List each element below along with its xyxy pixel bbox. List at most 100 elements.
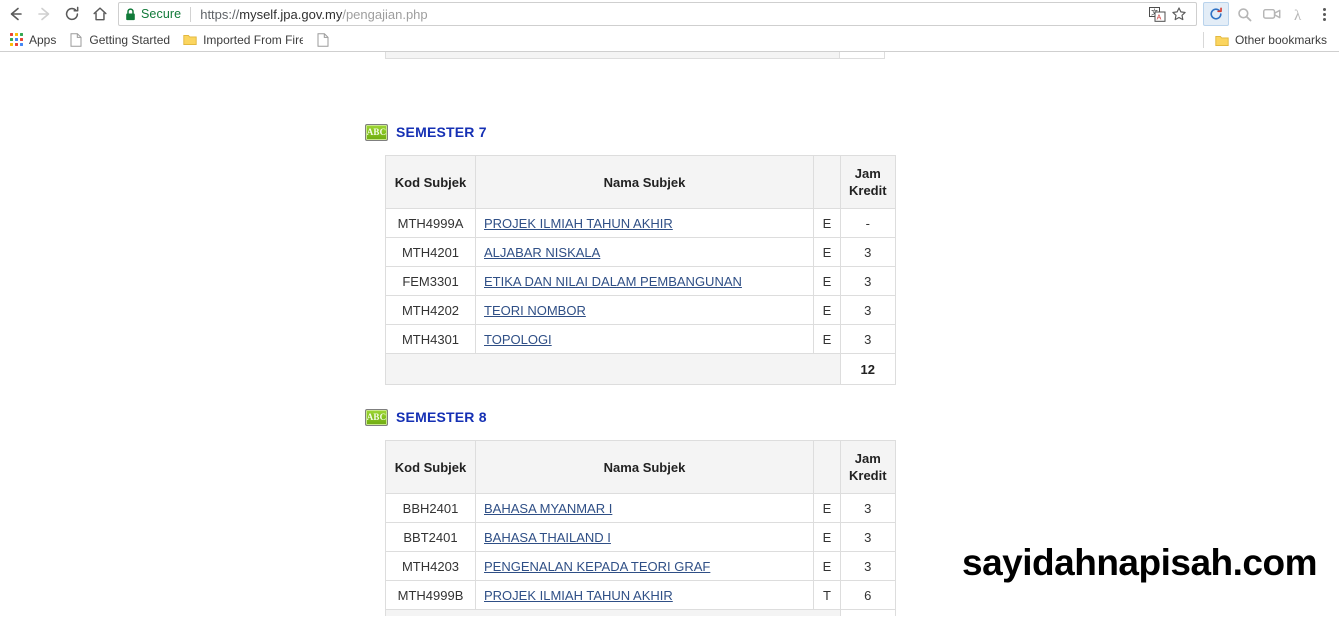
cell-nama-subjek: PROJEK ILMIAH TAHUN AKHIR (475, 580, 814, 610)
cell-jam-kredit: 3 (840, 522, 896, 552)
table-row: MTH4999A PROJEK ILMIAH TAHUN AKHIR E - (385, 208, 896, 238)
table-header-row: Kod Subjek Nama Subjek Jam Kredit (385, 155, 896, 209)
page-icon (315, 32, 331, 48)
table-row: MTH4202 TEORI NOMBOR E 3 (385, 295, 896, 325)
cell-nama-subjek: ALJABAR NISKALA (475, 237, 814, 267)
semester-heading: ABC SEMESTER 8 (365, 407, 925, 427)
browser-toolbar: Secure https://myself.jpa.gov.my/pengaji… (0, 0, 1339, 28)
column-header-kod-subjek: Kod Subjek (385, 155, 476, 209)
subject-link[interactable]: TOPOLOGI (484, 332, 552, 347)
subject-link[interactable]: PENGENALAN KEPADA TEORI GRAF (484, 559, 710, 574)
back-button[interactable] (2, 1, 30, 27)
omnibox-divider (190, 6, 192, 22)
apps-grid-icon (8, 32, 24, 48)
total-spacer (385, 609, 841, 616)
bookmark-label: Getting Started (89, 32, 171, 47)
abc-icon-text: ABC (366, 411, 387, 422)
cell-jam-kredit: 3 (840, 237, 896, 267)
total-spacer (385, 353, 841, 385)
extension-toolbar: λ (1201, 2, 1335, 26)
table-row: FEM3301 ETIKA DAN NILAI DALAM PEMBANGUNA… (385, 266, 896, 296)
cell-kod-subjek: FEM3301 (385, 266, 476, 296)
page-content: ABC SEMESTER 7 Kod Subjek Nama Subjek Ja… (365, 52, 925, 616)
url-host: myself.jpa.gov.my (239, 6, 343, 22)
column-header-jam-kredit: Jam Kredit (840, 440, 896, 494)
star-icon[interactable] (1168, 3, 1190, 25)
cell-flag: E (813, 551, 841, 581)
forward-button[interactable] (30, 1, 58, 27)
cell-kod-subjek: BBH2401 (385, 493, 476, 523)
subject-link[interactable]: BAHASA MYANMAR I (484, 501, 612, 516)
cell-jam-kredit: - (840, 208, 896, 238)
table-row: BBT2401 BAHASA THAILAND I E 3 (385, 522, 896, 552)
cell-flag: E (813, 324, 841, 354)
cell-flag: E (813, 493, 841, 523)
lock-icon (125, 7, 136, 21)
svg-text:A: A (1156, 14, 1161, 21)
bookmark-label: Other bookmarks (1234, 33, 1327, 47)
folder-icon (1214, 32, 1230, 48)
cell-nama-subjek: BAHASA THAILAND I (475, 522, 814, 552)
cell-kod-subjek: MTH4301 (385, 324, 476, 354)
cell-kod-subjek: MTH4202 (385, 295, 476, 325)
url-scheme: https:// (200, 6, 240, 22)
cell-kod-subjek: MTH4201 (385, 237, 476, 267)
cell-flag: E (813, 266, 841, 296)
column-header-flag (813, 440, 841, 494)
video-extension-icon[interactable] (1259, 2, 1285, 26)
cell-jam-kredit: 3 (840, 295, 896, 325)
url-path: /pengajian.php (342, 6, 428, 22)
table-row: MTH4203 PENGENALAN KEPADA TEORI GRAF E 3 (385, 551, 896, 581)
semester-8-table: Kod Subjek Nama Subjek Jam Kredit BBH240… (385, 440, 896, 616)
subject-link[interactable]: PROJEK ILMIAH TAHUN AKHIR (484, 216, 673, 231)
abc-board-icon: ABC (365, 408, 388, 426)
cell-nama-subjek: TEORI NOMBOR (475, 295, 814, 325)
cell-nama-subjek: PROJEK ILMIAH TAHUN AKHIR (475, 208, 814, 238)
subject-link[interactable]: BAHASA THAILAND I (484, 530, 611, 545)
url-text: https://myself.jpa.gov.my/pengajian.php (200, 7, 1140, 22)
cell-flag: E (813, 237, 841, 267)
omnibox-actions: 文 A (1146, 3, 1190, 25)
cell-jam-kredit: 3 (840, 324, 896, 354)
subject-link[interactable]: ALJABAR NISKALA (484, 245, 600, 260)
site-watermark: sayidahnapisah.com (962, 542, 1317, 583)
home-button[interactable] (86, 1, 114, 27)
cell-jam-kredit: 3 (840, 551, 896, 581)
cell-kod-subjek: MTH4203 (385, 551, 476, 581)
cell-flag: T (813, 580, 841, 610)
cell-nama-subjek: TOPOLOGI (475, 324, 814, 354)
translate-icon[interactable]: 文 A (1146, 3, 1168, 25)
abc-board-icon: ABC (365, 123, 388, 141)
subject-link[interactable]: TEORI NOMBOR (484, 303, 586, 318)
cell-flag: E (813, 522, 841, 552)
bookmark-untitled[interactable] (313, 30, 342, 50)
refresh-extension-icon[interactable] (1203, 2, 1229, 26)
column-header-jam-kredit: Jam Kredit (840, 155, 896, 209)
pdf-extension-icon[interactable]: λ (1287, 2, 1313, 26)
subject-link[interactable]: PROJEK ILMIAH TAHUN AKHIR (484, 588, 673, 603)
cell-jam-kredit: 3 (840, 266, 896, 296)
svg-text:λ: λ (1294, 8, 1302, 23)
semester-title: SEMESTER 8 (396, 409, 487, 425)
table-row: MTH4301 TOPOLOGI E 3 (385, 324, 896, 354)
bookmark-label: Imported From Firefox (203, 32, 304, 47)
bookmark-getting-started[interactable]: Getting Started (66, 30, 176, 50)
reload-button[interactable] (58, 1, 86, 27)
cell-flag: E (813, 295, 841, 325)
column-header-kod-subjek: Kod Subjek (385, 440, 476, 494)
table-total-row: 15 (385, 609, 896, 616)
table-row: MTH4999B PROJEK ILMIAH TAHUN AKHIR T 6 (385, 580, 896, 610)
search-extension-icon[interactable] (1231, 2, 1257, 26)
more-menu-icon[interactable] (1313, 2, 1335, 26)
bookmark-apps[interactable]: Apps (6, 30, 62, 50)
semester-total-credits: 12 (840, 353, 896, 385)
cell-nama-subjek: ETIKA DAN NILAI DALAM PEMBANGUNAN (475, 266, 814, 296)
page-icon (68, 32, 84, 48)
subject-link[interactable]: ETIKA DAN NILAI DALAM PEMBANGUNAN (484, 274, 742, 289)
browser-chrome: Secure https://myself.jpa.gov.my/pengaji… (0, 0, 1339, 52)
bookmark-other-bookmarks[interactable]: Other bookmarks (1212, 30, 1333, 50)
bookmark-imported-from-firefox[interactable]: Imported From Firefox (180, 30, 309, 50)
address-bar[interactable]: Secure https://myself.jpa.gov.my/pengaji… (118, 2, 1197, 26)
cell-kod-subjek: MTH4999B (385, 580, 476, 610)
table-total-row: 12 (385, 353, 896, 385)
